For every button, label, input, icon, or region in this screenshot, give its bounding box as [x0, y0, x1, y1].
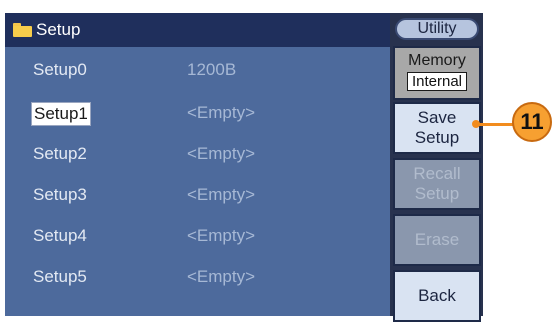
- erase-button: Erase: [393, 214, 481, 266]
- save-label-line1: Save: [417, 108, 457, 127]
- setup-name: Setup4: [33, 226, 87, 245]
- setup-value: <Empty>: [187, 267, 256, 286]
- setup-row-5[interactable]: Setup5 <Empty>: [5, 263, 390, 291]
- setup-value: <Empty>: [187, 103, 256, 122]
- callout-dot: [472, 120, 480, 128]
- setup-value: <Empty>: [187, 185, 256, 204]
- back-button[interactable]: Back: [393, 270, 481, 322]
- callout-line: [477, 123, 517, 126]
- title-bar: Setup: [5, 13, 390, 47]
- setup-name: Setup3: [33, 185, 87, 204]
- setup-value: <Empty>: [187, 144, 256, 163]
- memory-value: Internal: [406, 72, 468, 91]
- setup-row-1[interactable]: Setup1 <Empty>: [5, 99, 390, 127]
- setup-name: Setup5: [33, 267, 87, 286]
- recall-setup-button: Recall Setup: [393, 158, 481, 210]
- setup-name: Setup0: [33, 60, 87, 79]
- save-label-line2: Setup: [414, 128, 460, 147]
- save-setup-button[interactable]: Save Setup: [393, 102, 481, 154]
- erase-label: Erase: [414, 230, 460, 249]
- setup-name: Setup1: [31, 102, 91, 126]
- setup-row-4[interactable]: Setup4 <Empty>: [5, 222, 390, 250]
- setup-value: 1200B: [187, 60, 237, 79]
- setup-row-2[interactable]: Setup2 <Empty>: [5, 140, 390, 168]
- utility-button[interactable]: Utility: [395, 18, 479, 40]
- setup-row-0[interactable]: Setup0 1200B: [5, 56, 390, 84]
- recall-label-line1: Recall: [413, 164, 461, 183]
- memory-label: Memory: [408, 52, 466, 69]
- setup-row-3[interactable]: Setup3 <Empty>: [5, 181, 390, 209]
- setup-name: Setup2: [33, 144, 87, 163]
- recall-label-line2: Setup: [414, 184, 460, 203]
- callout-number: 11: [512, 102, 552, 142]
- setup-list: Setup0 1200B Setup1 <Empty> Setup2 <Empt…: [5, 47, 390, 316]
- memory-softkey[interactable]: Memory Internal: [393, 46, 481, 100]
- page-title: Setup: [36, 20, 81, 39]
- folder-icon: [13, 23, 32, 37]
- back-label: Back: [418, 286, 456, 305]
- setup-value: <Empty>: [187, 226, 256, 245]
